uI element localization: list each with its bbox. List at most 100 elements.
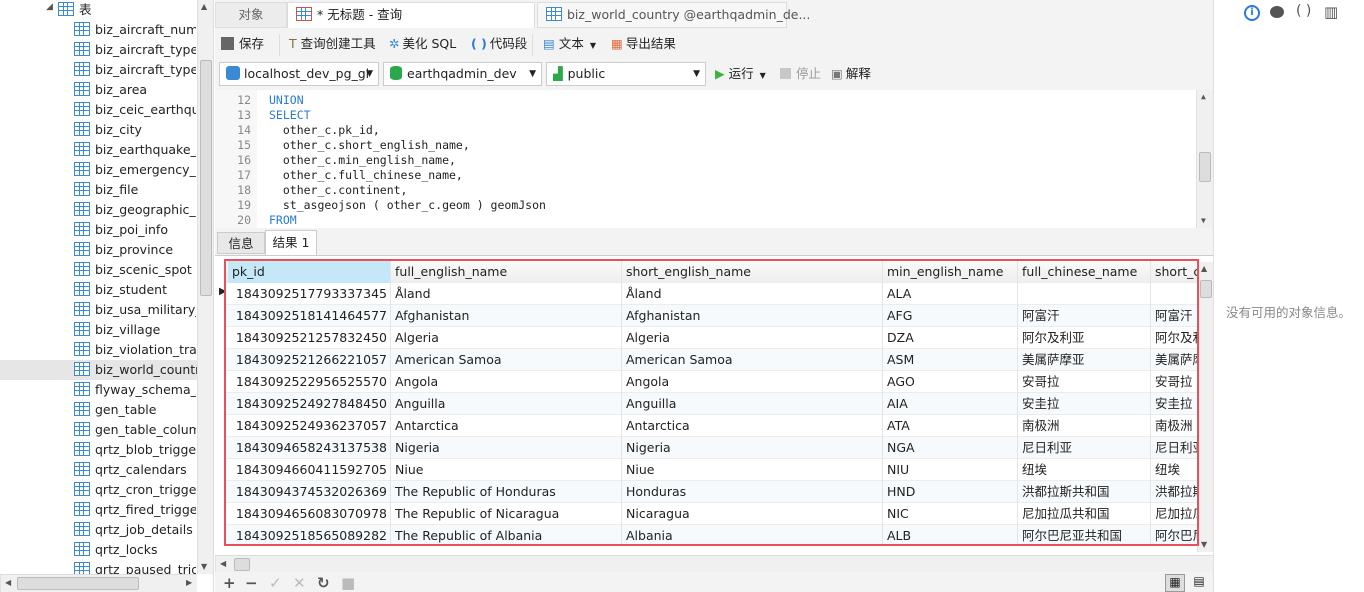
export-results-button[interactable]: ▦ 导出结果 [611,34,676,54]
stop-icon[interactable]: ■ [341,574,355,592]
column-header[interactable]: short_english_name [622,261,883,283]
table-cell[interactable]: ALB [883,525,1018,544]
sidebar-item-table[interactable]: biz_province [74,240,196,260]
cancel-icon[interactable]: ✕ [293,574,306,592]
sidebar-item-table[interactable]: gen_table [74,400,196,420]
table-cell[interactable]: AFG [883,305,1018,327]
sidebar-vertical-scrollbar[interactable]: ▲ ▼ [197,0,213,574]
sidebar-item-table[interactable]: biz_geographic_n [74,200,196,220]
table-cell[interactable]: 南极洲 [1018,415,1151,437]
table-cell[interactable]: 安哥拉 [1018,371,1151,393]
table-cell[interactable]: 阿尔及利 [1151,327,1197,349]
table-cell[interactable]: 阿尔巴尼 [1151,525,1197,544]
table-cell[interactable]: 阿尔及利亚 [1018,327,1151,349]
sidebar-item-table[interactable]: biz_poi_info [74,220,196,240]
grid-view-icon[interactable]: ▦ [1165,574,1185,592]
table-cell[interactable]: 1843094660411592705 [228,459,391,481]
table-row[interactable]: 1843092524936237057 Antarctica Antarctica A… [226,415,1197,437]
table-cell[interactable]: 尼加拉瓜共和国 [1018,503,1151,525]
table-row[interactable]: 1843092521266221057 American Samoa America… [226,349,1197,371]
info-icon[interactable]: i [1244,5,1260,21]
table-cell[interactable]: Algeria [622,327,883,349]
sidebar-horizontal-scrollbar[interactable]: ◀ ▶ [0,574,197,592]
table-cell[interactable]: Honduras [622,481,883,503]
sidebar-item-table[interactable]: flyway_schema_his [74,380,196,400]
table-cell[interactable]: Anguilla [622,393,883,415]
table-cell[interactable]: American Samoa [622,349,883,371]
table-cell[interactable]: Afghanistan [622,305,883,327]
table-cell[interactable]: The Republic of Nicaragua [391,503,622,525]
table-cell[interactable]: 尼加拉瓜 [1151,503,1197,525]
table-cell[interactable]: Åland [391,283,622,305]
table-cell[interactable]: Nigeria [391,437,622,459]
table-cell[interactable] [1151,283,1197,305]
table-cell[interactable]: NGA [883,437,1018,459]
sidebar-item-table[interactable]: qrtz_calendars [74,460,196,480]
table-cell[interactable]: 1843092518141464577 [228,305,391,327]
table-cell[interactable]: 尼日利亚 [1018,437,1151,459]
collapse-arrow-icon[interactable]: ◢ [46,2,53,12]
result-grid[interactable]: pk_id full_english_name short_english_name… [224,259,1199,546]
tab-info[interactable]: 信息 [217,232,265,254]
table-cell[interactable]: Albania [622,525,883,544]
table-cell[interactable]: 1843092521266221057 [228,349,391,371]
explain-button[interactable]: ▣ 解释 [831,64,871,84]
table-cell[interactable]: 1843094656083070978 [228,503,391,525]
table-cell[interactable]: ALA [883,283,1018,305]
table-cell[interactable]: Niue [391,459,622,481]
sidebar-item-table[interactable]: qrtz_locks [74,540,196,560]
database-select[interactable]: earthqadmin_dev ▼ [383,62,542,86]
tab-table-design[interactable]: biz_world_country @earthqadmin_de... [537,2,810,28]
table-cell[interactable]: 阿富汗 [1018,305,1151,327]
table-cell[interactable]: 纽埃 [1018,459,1151,481]
layout-icon[interactable]: ▥ [1324,3,1338,21]
delete-row-icon[interactable]: − [245,574,258,592]
table-cell[interactable]: HND [883,481,1018,503]
sidebar-item-table[interactable]: biz_file [74,180,196,200]
grid-horizontal-scrollbar[interactable]: ◀ [215,555,1213,572]
text-mode-button[interactable]: ▤ 文本 ▼ [543,34,596,56]
beautify-sql-button[interactable]: ✲ 美化 SQL [389,34,456,54]
table-cell[interactable] [1018,283,1151,305]
column-header[interactable]: full_chinese_name [1018,261,1151,283]
table-cell[interactable]: 阿尔巴尼亚共和国 [1018,525,1151,544]
sidebar-item-table[interactable]: biz_usa_military_b [74,300,196,320]
sidebar-item-table[interactable]: biz_aircraft_numb [74,20,196,40]
table-cell[interactable]: 1843094658243137538 [228,437,391,459]
table-row[interactable]: 1843094374532026369 The Republic of Hondu… [226,481,1197,503]
save-button[interactable]: 保存 [221,34,264,54]
table-cell[interactable]: 1843092518565089282 [228,525,391,544]
column-header[interactable]: short_c [1151,261,1197,283]
table-cell[interactable]: 尼日利亚 [1151,437,1197,459]
sidebar-item-table[interactable]: biz_student [74,280,196,300]
table-row[interactable]: 1843092518141464577 Afghanistan Afghanista… [226,305,1197,327]
column-header[interactable]: full_english_name [391,261,622,283]
sidebar-item-table[interactable]: biz_city [74,120,196,140]
sidebar-item-table[interactable]: gen_table_columr [74,420,196,440]
column-header[interactable]: pk_id [228,261,391,283]
column-header[interactable]: min_english_name [883,261,1018,283]
table-cell[interactable]: 1843092522956525570 [228,371,391,393]
table-cell[interactable]: 1843094374532026369 [228,481,391,503]
table-row[interactable]: 1843094658243137538 Nigeria Nigeria NGA 尼日利亚… [226,437,1197,459]
sidebar-item-table[interactable]: biz_village [74,320,196,340]
editor-scrollbar[interactable]: ▲ ▼ [1196,90,1213,228]
ddl-parentheses-icon[interactable]: ( ) [1296,3,1311,19]
refresh-icon[interactable]: ↻ [317,574,330,592]
add-row-icon[interactable]: + [223,574,236,592]
table-row[interactable]: 1843094656083070978 The Republic of Nicar… [226,503,1197,525]
table-cell[interactable]: Algeria [391,327,622,349]
table-cell[interactable]: 安圭拉 [1018,393,1151,415]
query-builder-button[interactable]: T 查询创建工具 [289,34,376,54]
table-cell[interactable]: 1843092524927848450 [228,393,391,415]
sql-editor[interactable]: 12 UNION 13 SELECT 14 other_c.pk_id, 15 other… [215,90,1213,228]
table-cell[interactable]: 阿富汗 [1151,305,1197,327]
stop-button[interactable]: 停止 [780,64,821,84]
table-cell[interactable]: 1843092521257832450 [228,327,391,349]
table-cell[interactable]: Nigeria [622,437,883,459]
schema-select[interactable]: ▟ public ▼ [546,62,706,86]
table-cell[interactable]: AIA [883,393,1018,415]
sidebar-item-table[interactable]: qrtz_job_details [74,520,196,540]
tab-objects[interactable]: 对象 [215,2,287,28]
table-cell[interactable]: American Samoa [391,349,622,371]
